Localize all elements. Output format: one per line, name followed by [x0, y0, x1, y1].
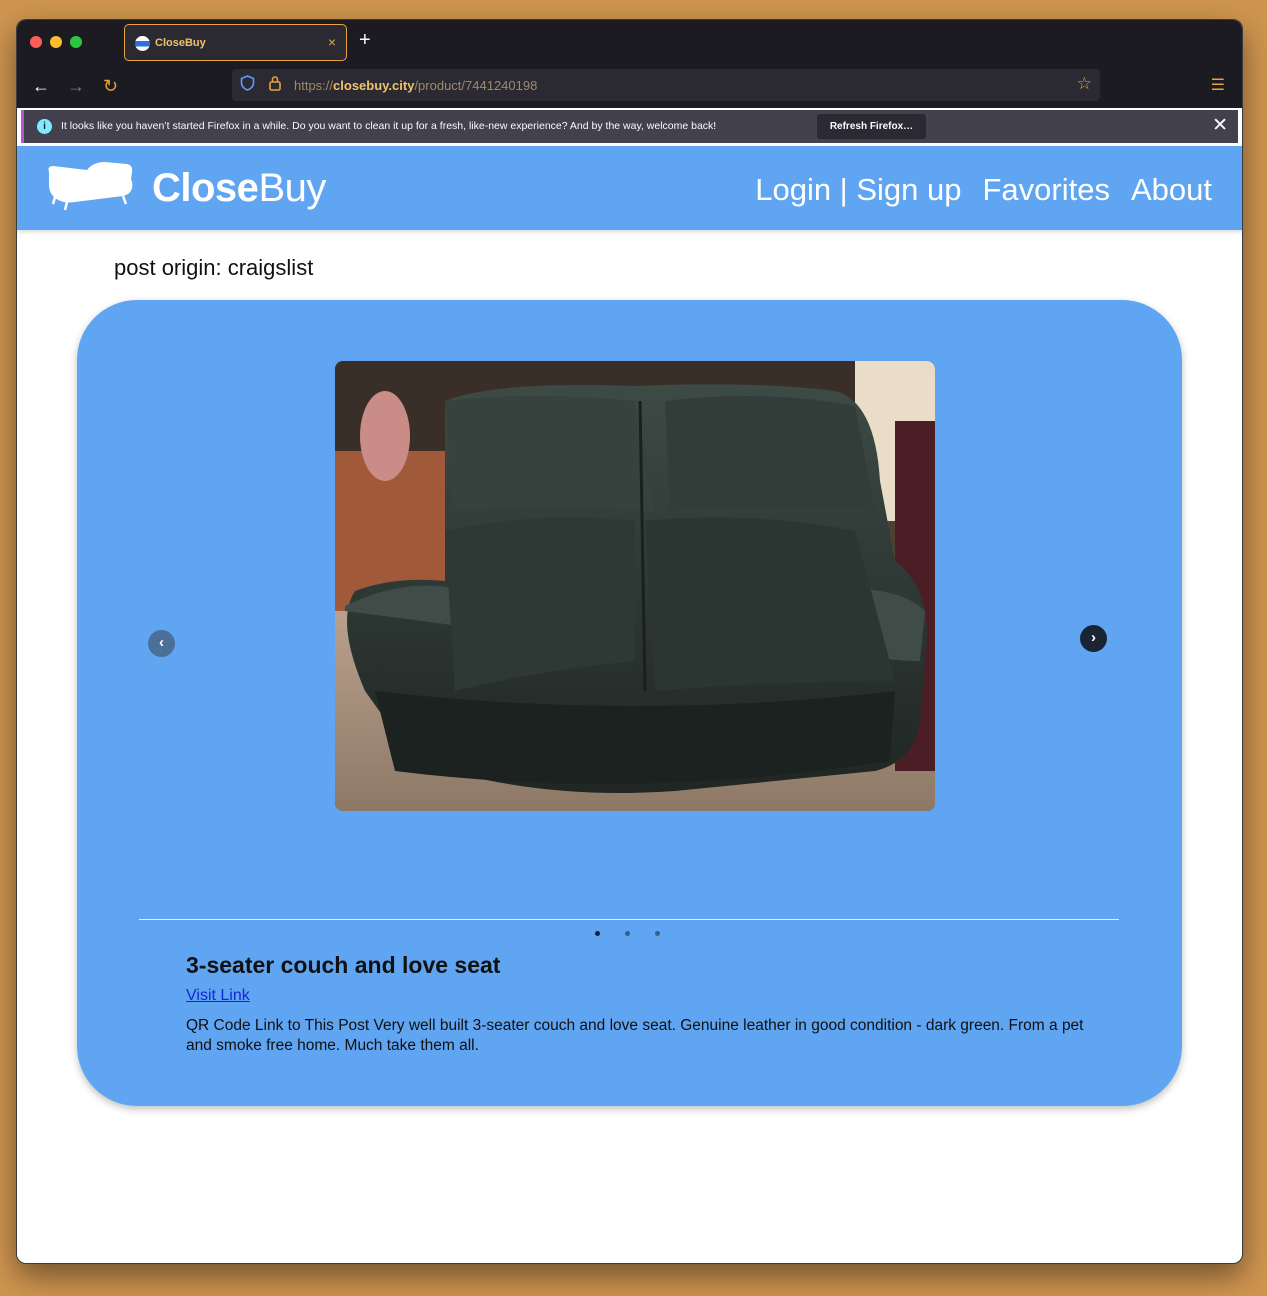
forward-arrow-icon[interactable]: → — [67, 76, 85, 96]
bookmark-star-icon[interactable]: ☆ — [1077, 74, 1092, 94]
nav-about[interactable]: About — [1131, 172, 1212, 208]
minimize-window-button[interactable] — [50, 36, 62, 48]
back-arrow-icon[interactable]: ← — [32, 76, 50, 96]
tab-strip: CloseBuy × + — [17, 20, 1242, 66]
slide-indicator-1[interactable] — [595, 931, 600, 936]
zoom-window-button[interactable] — [70, 36, 82, 48]
close-window-button[interactable] — [30, 36, 42, 48]
browser-window: CloseBuy × + ← → ↻ https://closebuy.city… — [16, 19, 1243, 1264]
visit-link[interactable]: Visit Link — [186, 987, 250, 1005]
brand-name[interactable]: CloseBuy — [152, 166, 326, 211]
info-icon: i — [37, 119, 52, 134]
url-text[interactable]: https://closebuy.city/product/7441240198 — [294, 78, 537, 93]
hamburger-menu-icon[interactable]: ☰ — [1211, 75, 1225, 95]
lock-icon[interactable] — [268, 75, 282, 94]
close-icon[interactable]: ✕ — [1212, 114, 1228, 137]
couch-logo-icon[interactable] — [45, 160, 135, 217]
address-bar[interactable]: https://closebuy.city/product/7441240198… — [232, 69, 1100, 101]
divider — [139, 919, 1119, 920]
product-title: 3-seater couch and love seat — [186, 952, 501, 978]
navigation-toolbar: ← → ↻ https://closebuy.city/product/7441… — [17, 66, 1242, 108]
tracking-shield-icon[interactable] — [240, 75, 255, 95]
post-origin: post origin: craigslist — [114, 255, 314, 280]
slide-indicator-2[interactable] — [625, 931, 630, 936]
product-card: ‹ › 3-seater couch and love seat Visit L… — [77, 300, 1182, 1106]
new-tab-button[interactable]: + — [359, 30, 371, 50]
notification-text: It looks like you haven’t started Firefo… — [61, 120, 717, 132]
nav-login-signup[interactable]: Login | Sign up — [755, 172, 961, 208]
nav-favorites[interactable]: Favorites — [983, 172, 1110, 208]
favicon-icon — [135, 36, 150, 51]
site-nav: Login | Sign up Favorites About — [755, 172, 1212, 208]
slide-indicator-3[interactable] — [655, 931, 660, 936]
carousel-indicators — [595, 931, 660, 936]
refresh-firefox-button[interactable]: Refresh Firefox… — [817, 114, 926, 139]
product-description: QR Code Link to This Post Very well buil… — [186, 1017, 1084, 1054]
previous-slide-button[interactable]: ‹ — [148, 630, 175, 657]
product-photo — [335, 361, 935, 811]
notification-bar: i It looks like you haven’t started Fire… — [21, 110, 1238, 143]
site-header: CloseBuy Login | Sign up Favorites About — [17, 146, 1242, 230]
tab-closebuy[interactable]: CloseBuy × — [124, 24, 347, 61]
next-slide-button[interactable]: › — [1080, 625, 1107, 652]
tab-title: CloseBuy — [155, 37, 206, 49]
reload-icon[interactable]: ↻ — [103, 76, 118, 96]
tab-close-icon[interactable]: × — [328, 34, 336, 50]
